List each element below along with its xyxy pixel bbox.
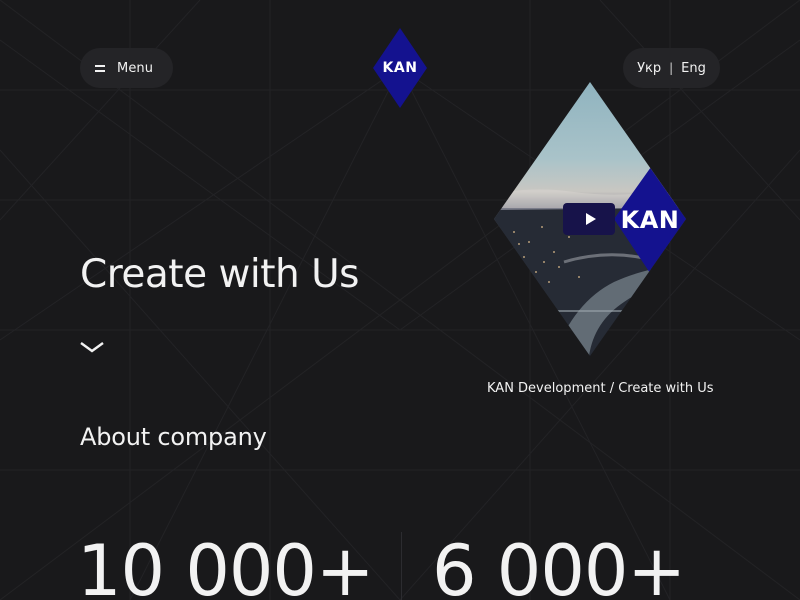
lang-eng[interactable]: Eng [681, 61, 706, 76]
video-logo-text: KAN [620, 206, 680, 234]
stat-value: 10 000+ [77, 530, 375, 600]
lang-ukr[interactable]: Укр [637, 61, 661, 76]
stat-value: 6 000+ [432, 530, 686, 600]
hamburger-icon [95, 64, 105, 72]
chevron-down-icon[interactable] [80, 338, 104, 356]
video-caption: KAN Development / Create with Us [487, 381, 714, 396]
play-icon [585, 213, 596, 225]
logo-text: KAN [382, 60, 418, 76]
play-button[interactable] [563, 203, 615, 235]
page: Menu KAN Укр | Eng Create with Us KAN KA… [0, 0, 800, 600]
logo[interactable]: KAN [373, 28, 427, 108]
menu-button[interactable]: Menu [80, 48, 173, 88]
lang-separator: | [669, 61, 674, 75]
stat-divider [401, 532, 402, 600]
hero-title: Create with Us [80, 252, 360, 297]
menu-label: Menu [117, 60, 154, 76]
about-company-title: About company [80, 423, 267, 451]
